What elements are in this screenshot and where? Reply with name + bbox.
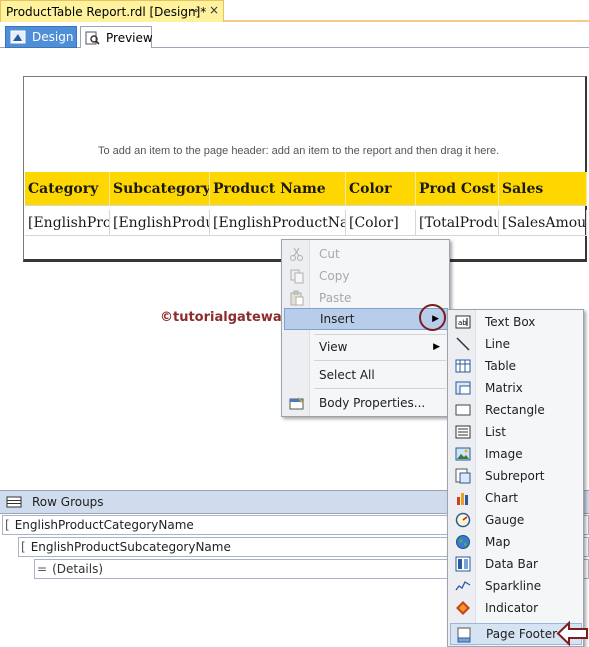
group-bracket: [ <box>5 518 10 532</box>
indicator-icon <box>455 600 471 616</box>
paste-icon <box>289 290 305 306</box>
highlight-circle <box>419 304 446 331</box>
column-header[interactable]: Prod Cost <box>416 172 499 206</box>
submenu-item-line[interactable]: Line <box>450 333 582 355</box>
svg-text:ab: ab <box>458 319 467 327</box>
table-cell[interactable]: [EnglishProductNa <box>210 210 346 236</box>
column-header[interactable]: Subcategory <box>110 172 210 206</box>
submenu-item-rectangle[interactable]: Rectangle <box>450 399 582 421</box>
submenu-item-text-box[interactable]: ab Text Box <box>450 311 582 333</box>
map-icon <box>455 534 471 550</box>
menu-item-select-all[interactable]: Select All <box>284 364 448 386</box>
rectangle-icon <box>455 402 471 418</box>
table-row: [EnglishPro [EnglishProdu [EnglishProduc… <box>25 210 587 236</box>
submenu-item-gauge[interactable]: Gauge <box>450 509 582 531</box>
textbox-icon: ab <box>455 314 471 330</box>
table-cell[interactable]: [Color] <box>346 210 416 236</box>
row-groups-title: Row Groups <box>32 495 104 509</box>
close-icon[interactable]: × <box>209 3 219 17</box>
column-header[interactable]: Sales <box>499 172 587 206</box>
document-tab[interactable]: ProductTable Report.rdl [Design]* ⊸ × <box>0 0 224 22</box>
submenu-item-chart[interactable]: Chart <box>450 487 582 509</box>
image-icon <box>455 446 471 462</box>
column-header[interactable]: Color <box>346 172 416 206</box>
submenu-item-list[interactable]: List <box>450 421 582 443</box>
table-cell[interactable]: [SalesAmou <box>499 210 587 236</box>
menu-item-paste[interactable]: Paste <box>284 287 448 309</box>
subreport-icon <box>455 468 471 484</box>
list-icon <box>455 424 471 440</box>
copy-icon <box>289 268 305 284</box>
menu-separator <box>314 360 446 361</box>
menu-separator <box>314 388 446 389</box>
group-label: EnglishProductCategoryName <box>14 518 194 532</box>
insert-submenu: ab Text Box Line Table Matrix Rectangle … <box>447 309 584 647</box>
table-cell[interactable]: [EnglishProdu <box>110 210 210 236</box>
document-tab-title: ProductTable Report.rdl [Design]* <box>6 4 207 19</box>
tab-preview[interactable]: Preview <box>80 26 153 48</box>
group-bracket: [ <box>21 540 26 554</box>
properties-icon <box>289 395 305 411</box>
submenu-item-map[interactable]: Map <box>450 531 582 553</box>
submenu-item-image[interactable]: Image <box>450 443 582 465</box>
tab-design-label: Design <box>32 30 74 44</box>
databar-icon <box>455 556 471 572</box>
gauge-icon <box>455 512 471 528</box>
column-header[interactable]: Category <box>25 172 110 206</box>
sparkline-icon <box>455 578 471 594</box>
view-tabs: Design Preview <box>0 24 589 48</box>
submenu-item-data-bar[interactable]: Data Bar <box>450 553 582 575</box>
cut-icon <box>289 246 305 262</box>
pointer-arrow-icon <box>556 620 589 647</box>
column-header[interactable]: Product Name <box>210 172 346 206</box>
page-footer-icon <box>456 627 472 643</box>
table-icon <box>455 358 471 374</box>
line-icon <box>455 336 471 352</box>
chart-icon <box>455 490 471 506</box>
submenu-arrow-icon: ▶ <box>433 342 440 352</box>
menu-item-view[interactable]: View ▶ <box>284 336 448 358</box>
menu-item-cut[interactable]: Cut <box>284 243 448 265</box>
group-label: (Details) <box>52 562 104 576</box>
submenu-item-sparkline[interactable]: Sparkline <box>450 575 582 597</box>
menu-item-body-properties[interactable]: Body Properties... <box>284 392 448 414</box>
table-cell[interactable]: [TotalProdu <box>416 210 499 236</box>
report-body[interactable]: To add an item to the page header: add a… <box>23 76 587 262</box>
menu-separator <box>314 334 446 335</box>
preview-icon <box>84 31 100 45</box>
matrix-icon <box>455 380 471 396</box>
pin-icon[interactable]: ⊸ <box>189 4 198 17</box>
submenu-item-table[interactable]: Table <box>450 355 582 377</box>
details-prefix: = <box>37 562 48 576</box>
submenu-item-matrix[interactable]: Matrix <box>450 377 582 399</box>
product-table[interactable]: Category Subcategory Product Name Color … <box>25 172 587 236</box>
submenu-item-subreport[interactable]: Subreport <box>450 465 582 487</box>
document-tab-strip: ProductTable Report.rdl [Design]* ⊸ × <box>0 0 589 22</box>
tab-preview-label: Preview <box>106 30 153 45</box>
menu-item-copy[interactable]: Copy <box>284 265 448 287</box>
page-header-hint: To add an item to the page header: add a… <box>98 145 500 157</box>
submenu-item-indicator[interactable]: Indicator <box>450 597 582 619</box>
table-header-row: Category Subcategory Product Name Color … <box>25 172 587 206</box>
tab-design[interactable]: Design <box>5 26 77 48</box>
table-cell[interactable]: [EnglishPro <box>25 210 110 236</box>
design-icon <box>10 30 26 44</box>
row-groups-icon <box>6 496 22 508</box>
group-label: EnglishProductSubcategoryName <box>30 540 231 554</box>
